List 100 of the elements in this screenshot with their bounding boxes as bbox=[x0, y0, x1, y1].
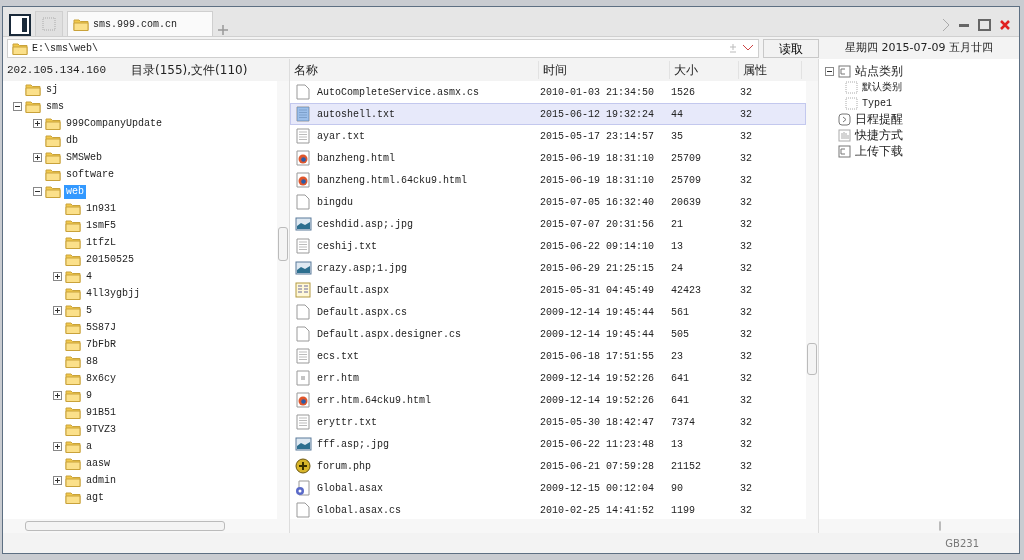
folder-label[interactable]: 7bFbR bbox=[84, 337, 118, 352]
folder-outline-icon bbox=[838, 144, 851, 158]
tree-label[interactable]: 站点类别 bbox=[855, 62, 903, 80]
folder-label[interactable]: 9 bbox=[84, 388, 94, 403]
file-row[interactable]: ceshij.txt 2015-06-22 09:14:10 13 32 bbox=[290, 235, 806, 257]
folder-icon bbox=[65, 303, 81, 318]
scrollbar[interactable] bbox=[3, 519, 289, 533]
folder-icon bbox=[65, 405, 81, 420]
folder-label[interactable]: sj bbox=[44, 82, 60, 97]
file-row[interactable]: eryttr.txt 2015-05-30 18:42:47 7374 32 bbox=[290, 411, 806, 433]
file-row[interactable]: ecs.txt 2015-06-18 17:51:55 23 32 bbox=[290, 345, 806, 367]
file-attributes: 32 bbox=[740, 85, 753, 100]
expand-icon[interactable] bbox=[53, 476, 62, 485]
folder-label[interactable]: db bbox=[64, 133, 80, 148]
address-field[interactable]: E:\sms\web\ bbox=[7, 38, 759, 58]
expand-icon[interactable] bbox=[33, 119, 42, 128]
folder-label[interactable]: 4 bbox=[84, 269, 94, 284]
file-row[interactable]: Global.asax 2009-12-15 00:12:04 90 32 bbox=[290, 477, 806, 499]
file-size: 35 bbox=[671, 129, 684, 144]
file-row[interactable]: banzheng.html 2015-06-19 18:31:10 25709 32 bbox=[290, 147, 806, 169]
expand-icon[interactable] bbox=[53, 442, 62, 451]
tree-label[interactable]: 上传下载 bbox=[855, 142, 903, 160]
expand-icon[interactable] bbox=[53, 306, 62, 315]
scrollbar[interactable] bbox=[819, 519, 1019, 533]
folder-label[interactable]: 1tfzL bbox=[84, 235, 118, 250]
browser-file-icon bbox=[295, 150, 312, 166]
folder-label[interactable]: 5S87J bbox=[84, 320, 118, 335]
expand-icon[interactable] bbox=[33, 153, 42, 162]
collapse-icon[interactable] bbox=[13, 102, 22, 111]
text-file-icon bbox=[295, 238, 312, 254]
file-time: 2015-07-07 20:31:56 bbox=[540, 217, 656, 232]
folder-label[interactable]: 8x6cy bbox=[84, 371, 118, 386]
folder-label[interactable]: agt bbox=[84, 490, 106, 505]
folder-label[interactable]: SMSWeb bbox=[64, 150, 104, 165]
file-time: 2009-12-14 19:45:44 bbox=[540, 327, 656, 342]
tree-label[interactable]: 默认类别 bbox=[862, 79, 902, 95]
browser-tab[interactable]: sms.999.com.cn bbox=[67, 11, 213, 36]
folder-label[interactable]: 1smF5 bbox=[84, 218, 118, 233]
column-header[interactable]: 大小 bbox=[670, 61, 739, 79]
file-name: Default.aspx.cs bbox=[317, 305, 407, 320]
tab-label[interactable]: sms.999.com.cn bbox=[93, 16, 177, 32]
scrollbar[interactable] bbox=[277, 81, 289, 519]
expand-icon[interactable] bbox=[53, 391, 62, 400]
folder-label[interactable]: 4ll3ygbjj bbox=[84, 286, 142, 301]
file-row[interactable]: bingdu 2015-07-05 16:32:40 20639 32 bbox=[290, 191, 806, 213]
tree-label[interactable]: 日程提醒 bbox=[855, 110, 903, 128]
folder-label[interactable]: software bbox=[64, 167, 116, 182]
file-row[interactable]: ceshdid.asp;.jpg 2015-07-07 20:31:56 21 32 bbox=[290, 213, 806, 235]
file-size: 13 bbox=[671, 437, 684, 452]
folder-icon bbox=[25, 82, 41, 97]
file-row[interactable]: forum.php 2015-06-21 07:59:28 21152 32 bbox=[290, 455, 806, 477]
column-header[interactable]: 属性 bbox=[739, 61, 802, 79]
file-attributes: 32 bbox=[740, 349, 753, 364]
file-row[interactable]: Global.asax.cs 2010-02-25 14:41:52 1199 32 bbox=[290, 499, 806, 519]
file-time: 2010-01-03 21:34:50 bbox=[540, 85, 656, 100]
file-row[interactable]: Default.aspx 2015-05-31 04:45:49 42423 32 bbox=[290, 279, 806, 301]
scrollbar[interactable] bbox=[806, 81, 818, 519]
folder-icon bbox=[45, 150, 61, 165]
folder-label[interactable]: 88 bbox=[84, 354, 100, 369]
file-row[interactable]: err.htm 2009-12-14 19:52:26 641 32 bbox=[290, 367, 806, 389]
close-icon[interactable] bbox=[999, 19, 1011, 31]
file-name: fff.asp;.jpg bbox=[317, 437, 389, 452]
collapse-icon[interactable] bbox=[825, 66, 834, 76]
folder-label[interactable]: sms bbox=[44, 99, 66, 114]
file-time: 2015-06-12 19:32:24 bbox=[540, 107, 656, 122]
file-size: 1526 bbox=[671, 85, 696, 100]
file-row[interactable]: ayar.txt 2015-05-17 23:14:57 35 32 bbox=[290, 125, 806, 147]
folder-label[interactable]: 9TVZ3 bbox=[84, 422, 118, 437]
scrollbar[interactable] bbox=[290, 519, 818, 533]
file-row[interactable]: autoshell.txt 2015-06-12 19:32:24 44 32 bbox=[290, 103, 806, 125]
folder-label[interactable]: 1n931 bbox=[84, 201, 118, 216]
file-time: 2015-05-17 23:14:57 bbox=[540, 129, 656, 144]
expand-icon[interactable] bbox=[53, 272, 62, 281]
column-header[interactable]: 时间 bbox=[539, 61, 670, 79]
file-time: 2010-02-25 14:41:52 bbox=[540, 503, 656, 518]
folder-label[interactable]: aasw bbox=[84, 456, 112, 471]
file-row[interactable]: Default.aspx.cs 2009-12-14 19:45:44 561 32 bbox=[290, 301, 806, 323]
dropdown-icon[interactable] bbox=[742, 44, 754, 52]
panel-icon[interactable] bbox=[9, 14, 31, 36]
file-row[interactable]: AutoCompleteService.asmx.cs 2010-01-03 21:34:50 1526 32 bbox=[290, 81, 806, 103]
file-row[interactable]: Default.aspx.designer.cs 2009-12-14 19:45:44 505 32 bbox=[290, 323, 806, 345]
read-button[interactable]: 读取 bbox=[763, 38, 819, 58]
file-row[interactable]: err.htm.64cku9.html 2009-12-14 19:52:26 641 32 bbox=[290, 389, 806, 411]
tree-label[interactable]: Type1 bbox=[862, 95, 892, 111]
file-time: 2009-12-14 19:52:26 bbox=[540, 371, 656, 386]
folder-label[interactable]: 999CompanyUpdate bbox=[64, 116, 164, 131]
folder-label[interactable]: 20150525 bbox=[84, 252, 136, 267]
folder-label[interactable]: admin bbox=[84, 473, 118, 488]
collapse-icon[interactable] bbox=[33, 187, 42, 196]
folder-label[interactable]: a bbox=[84, 439, 94, 454]
file-row[interactable]: fff.asp;.jpg 2015-06-22 11:23:48 13 32 bbox=[290, 433, 806, 455]
folder-label[interactable]: 5 bbox=[84, 303, 94, 318]
maximize-icon[interactable] bbox=[978, 19, 991, 31]
file-name: ecs.txt bbox=[317, 349, 359, 364]
file-attributes: 32 bbox=[740, 437, 753, 452]
folder-label[interactable]: 91B51 bbox=[84, 405, 118, 420]
tree-label[interactable]: 快捷方式 bbox=[855, 126, 903, 144]
file-row[interactable]: banzheng.html.64cku9.html 2015-06-19 18:31:10 25709 32 bbox=[290, 169, 806, 191]
file-row[interactable]: crazy.asp;1.jpg 2015-06-29 21:25:15 24 32 bbox=[290, 257, 806, 279]
column-header[interactable]: 名称 bbox=[290, 61, 539, 79]
